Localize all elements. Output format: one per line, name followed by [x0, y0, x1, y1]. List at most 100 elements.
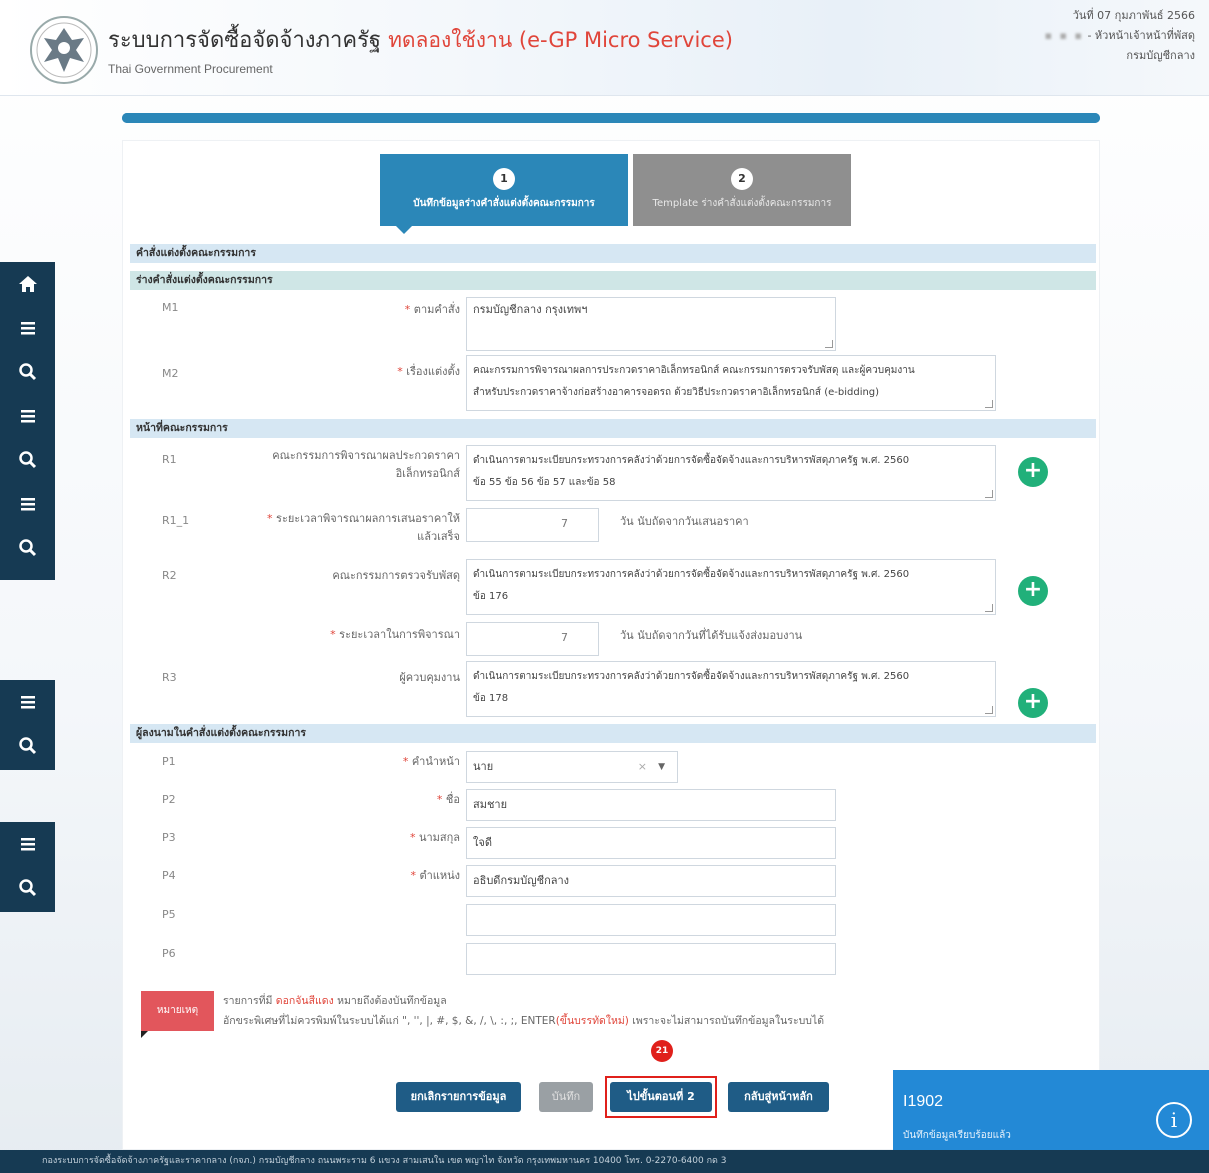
evaluation-days-input[interactable]: 7 — [466, 508, 599, 542]
add-duty-button[interactable]: + — [1018, 688, 1048, 718]
field-code: P3 — [162, 831, 176, 844]
field-code: R1_1 — [162, 514, 190, 527]
field-code: M2 — [162, 367, 179, 380]
section-signer: ผู้ลงนามในคำสั่งแต่งตั้งคณะกรรมการ — [130, 724, 1096, 743]
field-code: M1 — [162, 301, 179, 314]
menu-icon[interactable] — [0, 394, 55, 438]
save-button[interactable]: บันทึก — [539, 1082, 593, 1112]
field-label: * คำนำหน้า — [402, 755, 460, 768]
row-r1: R1 คณะกรรมการพิจารณาผลประกวดราคา อิเล็กทร… — [130, 445, 1096, 501]
row-r3: R3 ผู้ควบคุมงาน ดำเนินการตามระเบียบกระทร… — [130, 661, 1096, 718]
cancel-button[interactable]: ยกเลิกรายการข้อมูล — [396, 1082, 521, 1112]
app-title-text: ระบบการจัดซื้อจัดจ้างภาครัฐ — [108, 28, 382, 53]
menu-icon[interactable] — [0, 306, 55, 350]
row-r2-time: * ระยะเวลาในการพิจารณา 7 วัน นับถัดจากวั… — [130, 622, 1096, 658]
field-label: * นามสกุล — [409, 831, 460, 844]
app-header: ระบบการจัดซื้อจัดจ้างภาครัฐ ทดลองใช้งาน … — [0, 0, 1209, 96]
field-code: P5 — [162, 908, 176, 921]
supervisor-duty-textarea[interactable]: ดำเนินการตามระเบียบกระทรวงการคลังว่าด้วย… — [466, 661, 996, 717]
step-marker-badge: 21 — [651, 1040, 673, 1062]
field-code: R1 — [162, 453, 177, 466]
user-role: ▪ ▪ ▪ - หัวหน้าเจ้าหน้าที่พัสดุ — [1044, 29, 1195, 42]
success-toast[interactable]: I1902 บันทึกข้อมูลเรียบร้อยแล้ว i — [893, 1070, 1209, 1160]
row-r1-1: R1_1 * ระยะเวลาพิจารณาผลการเสนอราคาให้ แล… — [130, 508, 1096, 548]
search-icon[interactable] — [0, 866, 55, 910]
next-step-button[interactable]: ไปขั้นตอนที่ 2 — [610, 1082, 712, 1112]
section-duties: หน้าที่คณะกรรมการ — [130, 419, 1096, 438]
row-p1: P1 * คำนำหน้า นาย × ▼ — [130, 751, 1096, 785]
wizard-step-2[interactable]: 2 Template ร่างคำสั่งแต่งตั้งคณะกรรมการ — [633, 154, 851, 226]
field-code: P1 — [162, 755, 176, 768]
field-label: * ชื่อ — [436, 793, 460, 806]
user-department: กรมบัญชีกลาง — [1126, 49, 1195, 62]
search-icon[interactable] — [0, 438, 55, 482]
field-label: * ระยะเวลาในการพิจารณา — [330, 628, 460, 641]
field-label: * เรื่องแต่งตั้ง — [397, 365, 460, 378]
field-label: ผู้ควบคุมงาน — [399, 671, 460, 684]
search-icon[interactable] — [0, 526, 55, 570]
progress-fill — [122, 113, 1100, 123]
step-number: 1 — [493, 168, 515, 190]
inspection-duty-textarea[interactable]: ดำเนินการตามระเบียบกระทรวงการคลังว่าด้วย… — [466, 559, 996, 615]
menu-icon[interactable] — [0, 482, 55, 526]
note-badge: หมายเหตุ — [141, 991, 214, 1031]
unit-text: วัน นับถัดจากวันเสนอราคา — [620, 515, 749, 528]
field-label: คณะกรรมการพิจารณาผลประกวดราคา อิเล็กทรอนิ… — [272, 449, 460, 480]
wizard-progress-bar — [122, 113, 1100, 123]
position-line-3-input[interactable] — [466, 943, 836, 975]
row-r2: R2 คณะกรรมการตรวจรับพัสดุ ดำเนินการตามระ… — [130, 559, 1096, 615]
search-icon[interactable] — [0, 350, 55, 394]
field-code: P6 — [162, 947, 176, 960]
row-m2: M2 * เรื่องแต่งตั้ง คณะกรรมการพิจารณาผลก… — [130, 355, 1096, 411]
app-subtitle: Thai Government Procurement — [108, 62, 273, 76]
row-p6: P6 — [130, 943, 1096, 977]
toast-message: บันทึกข้อมูลเรียบร้อยแล้ว — [903, 1130, 1011, 1141]
add-duty-button[interactable]: + — [1018, 457, 1048, 487]
field-code: P4 — [162, 869, 176, 882]
section-draft: ร่างคำสั่งแต่งตั้งคณะกรรมการ — [130, 271, 1096, 290]
committee-duty-textarea[interactable]: ดำเนินการตามระเบียบกระทรวงการคลังว่าด้วย… — [466, 445, 996, 501]
add-duty-button[interactable]: + — [1018, 576, 1048, 606]
back-home-button[interactable]: กลับสู่หน้าหลัก — [728, 1082, 829, 1112]
garuda-logo — [30, 16, 98, 84]
info-icon: i — [1156, 1102, 1192, 1138]
field-label: * ระยะเวลาพิจารณาผลการเสนอราคาให้ แล้วเสร… — [267, 512, 460, 543]
appoint-subject-textarea[interactable]: คณะกรรมการพิจารณาผลการประกวดราคาอิเล็กทร… — [466, 355, 996, 411]
user-info: วันที่ 07 กุมภาพันธ์ 2566 ▪ ▪ ▪ - หัวหน้… — [1045, 6, 1195, 66]
section-order: คำสั่งแต่งตั้งคณะกรรมการ — [130, 244, 1096, 263]
field-code: R3 — [162, 671, 177, 684]
step-number: 2 — [731, 168, 753, 190]
last-name-input[interactable]: ใจดี — [466, 827, 836, 859]
field-label: * ตำแหน่ง — [410, 869, 460, 882]
step-label: Template ร่างคำสั่งแต่งตั้งคณะกรรมการ — [652, 198, 832, 209]
field-label: * ตามคำสั่ง — [404, 303, 460, 316]
clear-icon[interactable]: × — [638, 756, 647, 778]
position-input[interactable]: อธิบดีกรมบัญชีกลาง — [466, 865, 836, 897]
home-icon[interactable] — [0, 262, 55, 306]
wizard-step-1[interactable]: 1 บันทึกข้อมูลร่างคำสั่งแต่งตั้งคณะกรรมก… — [380, 154, 628, 234]
inspection-days-input[interactable]: 7 — [466, 622, 599, 656]
left-quick-menu — [0, 262, 55, 580]
chevron-down-icon[interactable]: ▼ — [658, 756, 665, 778]
unit-text: วัน นับถัดจากวันที่ได้รับแจ้งส่งมอบงาน — [620, 629, 803, 642]
trial-label: ทดลองใช้งาน (e-GP Micro Service) — [388, 28, 733, 52]
left-quick-menu-2 — [0, 680, 55, 770]
order-by-textarea[interactable]: กรมบัญชีกลาง กรุงเทพฯ — [466, 297, 836, 351]
app-title: ระบบการจัดซื้อจัดจ้างภาครัฐ ทดลองใช้งาน … — [108, 22, 733, 57]
menu-icon[interactable] — [0, 680, 55, 724]
left-quick-menu-3 — [0, 822, 55, 912]
row-p5: P5 — [130, 904, 1096, 938]
menu-icon[interactable] — [0, 822, 55, 866]
main-form-card: 1 บันทึกข้อมูลร่างคำสั่งแต่งตั้งคณะกรรมก… — [122, 140, 1100, 1150]
field-code: P2 — [162, 793, 176, 806]
row-m1: M1 * ตามคำสั่ง กรมบัญชีกลาง กรุงเทพฯ — [130, 297, 1096, 353]
field-label: คณะกรรมการตรวจรับพัสดุ — [332, 569, 460, 582]
row-p2: P2 * ชื่อ สมชาย — [130, 789, 1096, 823]
position-line-2-input[interactable] — [466, 904, 836, 936]
page-footer: กองระบบการจัดซื้อจัดจ้างภาครัฐและราคากลา… — [0, 1150, 1209, 1173]
step-label: บันทึกข้อมูลร่างคำสั่งแต่งตั้งคณะกรรมการ — [413, 198, 595, 209]
row-p3: P3 * นามสกุล ใจดี — [130, 827, 1096, 861]
title-select[interactable]: นาย × ▼ — [466, 751, 678, 783]
search-icon[interactable] — [0, 724, 55, 768]
first-name-input[interactable]: สมชาย — [466, 789, 836, 821]
